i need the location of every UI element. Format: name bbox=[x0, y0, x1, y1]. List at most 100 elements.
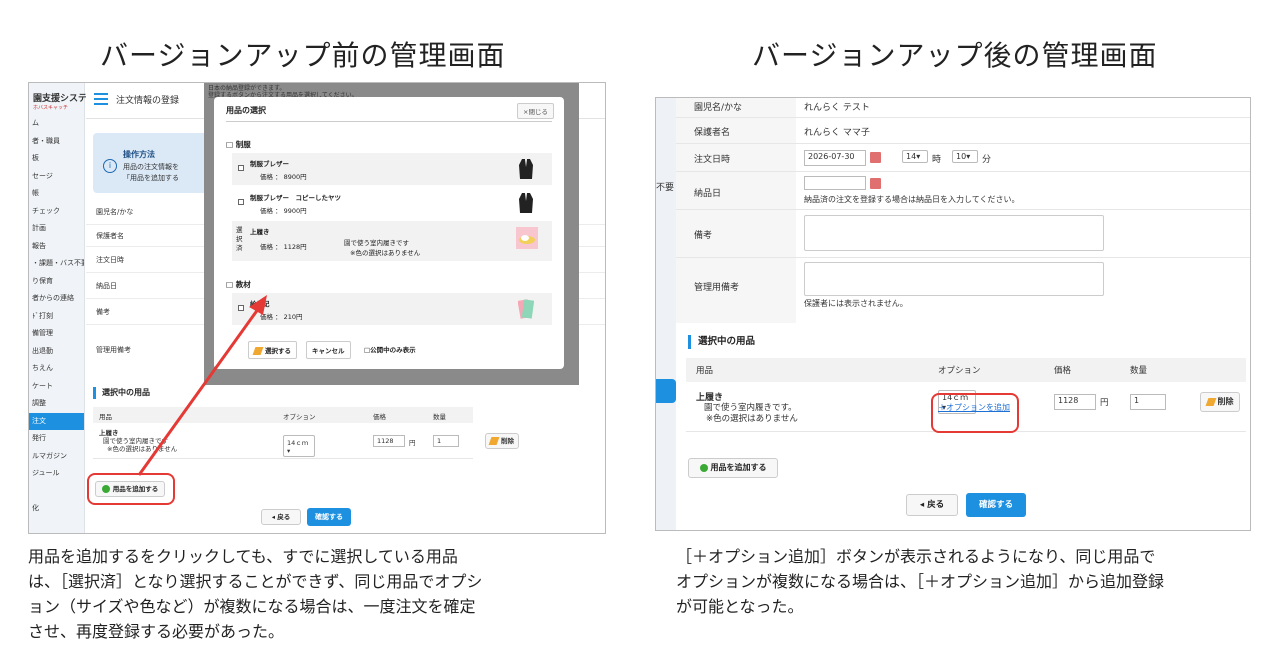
public-only-checkbox[interactable]: □公開中のみ表示 bbox=[364, 344, 416, 354]
list-item[interactable]: 絵日記 価格 ： 210円 bbox=[232, 293, 552, 325]
yen-label: 円 bbox=[409, 439, 416, 447]
sidebar-item[interactable]: 出退勤 bbox=[29, 343, 84, 361]
form-row: 備考 bbox=[676, 210, 1250, 258]
right-caption: ［＋オプション追加］ボタンが表示されるようになり、同じ用品で オプションが複数に… bbox=[676, 547, 1165, 616]
form-row: 納品日 納品済の注文を登録する場合は納品日を入力してください。 bbox=[676, 172, 1250, 210]
category-heading: □ 教材 bbox=[226, 280, 251, 289]
menu-icon[interactable] bbox=[94, 93, 108, 105]
sidebar: 不要 bbox=[656, 98, 676, 530]
quantity-input[interactable]: 1 bbox=[433, 435, 459, 447]
page-title: 注文情報の登録 bbox=[116, 96, 180, 106]
price-input[interactable]: 1128 bbox=[373, 435, 405, 447]
sidebar-item[interactable]: セージ bbox=[29, 168, 84, 186]
calendar-icon[interactable] bbox=[870, 152, 881, 163]
selected-status: 選択済 bbox=[236, 226, 243, 252]
sidebar-item[interactable]: 計画 bbox=[29, 220, 84, 238]
sidebar-item[interactable]: チェック bbox=[29, 203, 84, 221]
category-heading: □ 制服 bbox=[226, 140, 251, 149]
highlight-box bbox=[931, 393, 1019, 433]
sidebar: 園支援システム ホバスキャッチ ム者・職員板セージ帳チェック 計画 報告 ・課題・バス… bbox=[29, 83, 96, 533]
item-select-modal: 用品の選択 ×閉じる □ 制服 制服ブレザー 価格 ： 8900円 制服ブレザー… bbox=[214, 97, 564, 369]
confirm-button[interactable]: 確認する bbox=[966, 493, 1026, 517]
sidebar-item[interactable]: ちえん bbox=[29, 360, 84, 378]
calendar-icon[interactable] bbox=[870, 178, 881, 189]
delete-button[interactable]: 削除 bbox=[485, 433, 519, 449]
section-title: 選択中の用品 bbox=[93, 387, 150, 399]
pencil-icon bbox=[252, 347, 264, 355]
admin-remarks-textarea[interactable] bbox=[804, 262, 1104, 296]
sidebar-item[interactable]: 発行 bbox=[29, 430, 84, 448]
add-item-button[interactable]: 用品を追加する bbox=[688, 458, 778, 478]
selected-items-table: 用品 オプション 価格 数量 上履き 園で使う室内履きです ※色の選択はありませ… bbox=[93, 407, 519, 459]
system-subtitle: ホバスキャッチ bbox=[33, 105, 69, 111]
modal-title: 用品の選択 bbox=[226, 106, 266, 115]
cancel-button[interactable]: キャンセル bbox=[306, 341, 351, 359]
sidebar-item[interactable]: り保育 bbox=[29, 273, 84, 291]
left-heading: バージョンアップ前の管理画面 bbox=[100, 39, 506, 72]
checkbox[interactable] bbox=[238, 305, 244, 311]
sidebar-item[interactable]: 報告 bbox=[29, 238, 84, 256]
form-row: 保護者名 れんらく ママ子 bbox=[676, 118, 1250, 144]
back-button[interactable]: ◂ 戻る bbox=[906, 494, 958, 516]
sidebar-item[interactable]: ケート bbox=[29, 378, 84, 396]
item-note: ※色の選択はありません bbox=[107, 445, 178, 453]
left-caption: 用品を追加するをクリックしても、すでに選択している用品 は、［選択済］となり選択… bbox=[28, 547, 483, 641]
sidebar-item[interactable]: ム bbox=[29, 115, 84, 133]
sidebar-item[interactable]: 備管理 bbox=[29, 325, 84, 343]
sidebar-item[interactable]: 者からの連絡 bbox=[29, 290, 84, 308]
delivery-date-input[interactable] bbox=[804, 176, 866, 190]
list-item[interactable]: 制服ブレザー 価格 ： 8900円 bbox=[232, 153, 552, 185]
delete-button[interactable]: 削除 bbox=[1200, 392, 1240, 412]
help-title: 操作方法 bbox=[123, 150, 155, 159]
sidebar-item[interactable]: 帳 bbox=[29, 185, 84, 203]
sidebar-item[interactable]: ジュール bbox=[29, 465, 84, 483]
list-item: 選択済 上履き 価格 ： 1128円 園で使う室内履きです ※色の選択はありませ… bbox=[232, 221, 552, 261]
quantity-input[interactable]: 1 bbox=[1130, 394, 1166, 410]
sidebar-item[interactable]: ルマガジン bbox=[29, 448, 84, 466]
system-title: 園支援システム bbox=[33, 94, 96, 104]
hour-select[interactable]: 14▾ bbox=[902, 150, 928, 163]
sidebar-item[interactable]: ﾄﾞ打刻 bbox=[29, 308, 84, 326]
close-button[interactable]: ×閉じる bbox=[517, 103, 554, 119]
highlight-box bbox=[87, 473, 175, 505]
item-note: ※色の選択はありません bbox=[706, 414, 798, 424]
table-header: 用品 オプション 価格 数量 bbox=[93, 407, 473, 423]
sidebar-item[interactable]: 調整 bbox=[29, 395, 84, 413]
select-button[interactable]: 選択する bbox=[248, 341, 297, 359]
pencil-icon bbox=[1205, 397, 1216, 406]
sidebar-active-tab[interactable] bbox=[656, 379, 676, 403]
sidebar-item[interactable]: 化 bbox=[29, 500, 84, 518]
shoe-image bbox=[516, 227, 538, 249]
pencil-icon bbox=[488, 437, 500, 445]
form-row: 注文日時 2026-07-30 14▾ 時 10▾ 分 bbox=[676, 144, 1250, 172]
confirm-button[interactable]: 確認する bbox=[307, 508, 351, 526]
notebook-image bbox=[518, 299, 534, 319]
back-button[interactable]: ◂ 戻る bbox=[261, 509, 301, 525]
sidebar-item[interactable]: 注文 bbox=[29, 412, 84, 430]
list-item[interactable]: 制服ブレザー コピーしたヤツ 価格 ： 9900円 bbox=[232, 187, 552, 219]
yen-label: 円 bbox=[1100, 398, 1109, 408]
table-header: 用品 オプション 価格 数量 bbox=[686, 358, 1246, 382]
section-title: 選択中の用品 bbox=[688, 335, 755, 349]
plus-icon bbox=[699, 463, 708, 472]
form-row: 園児名/かな れんらく テスト bbox=[676, 98, 1250, 118]
option-select[interactable]: 14ｃｍ ▾ bbox=[283, 435, 315, 457]
sidebar-item[interactable] bbox=[29, 483, 84, 501]
sidebar-item[interactable]: 板 bbox=[29, 150, 84, 168]
right-heading: バージョンアップ後の管理画面 bbox=[752, 39, 1158, 72]
after-screenshot: 不要 園児名/かな れんらく テスト 保護者名 れんらく ママ子 注文日時 2026… bbox=[655, 97, 1251, 531]
info-icon: i bbox=[103, 159, 117, 173]
sidebar-item[interactable]: 者・職員 bbox=[29, 133, 84, 151]
sidebar-label: 不要 bbox=[656, 183, 675, 193]
help-text: 用品の注文情報を 「用品を追加する bbox=[123, 163, 179, 182]
checkbox[interactable] bbox=[238, 165, 244, 171]
blazer-image bbox=[519, 193, 533, 213]
minute-select[interactable]: 10▾ bbox=[952, 150, 978, 163]
checkbox[interactable] bbox=[238, 199, 244, 205]
sidebar-item[interactable]: ・課題・バス不要 bbox=[29, 255, 84, 273]
price-input[interactable]: 1128 bbox=[1054, 394, 1096, 410]
remarks-textarea[interactable] bbox=[804, 215, 1104, 251]
order-date-input[interactable]: 2026-07-30 bbox=[804, 150, 866, 166]
blazer-image bbox=[519, 159, 533, 179]
table-row: 上履き 園で使う室内履きです ※色の選択はありません 14ｃｍ ▾ 1128 円… bbox=[93, 423, 519, 459]
